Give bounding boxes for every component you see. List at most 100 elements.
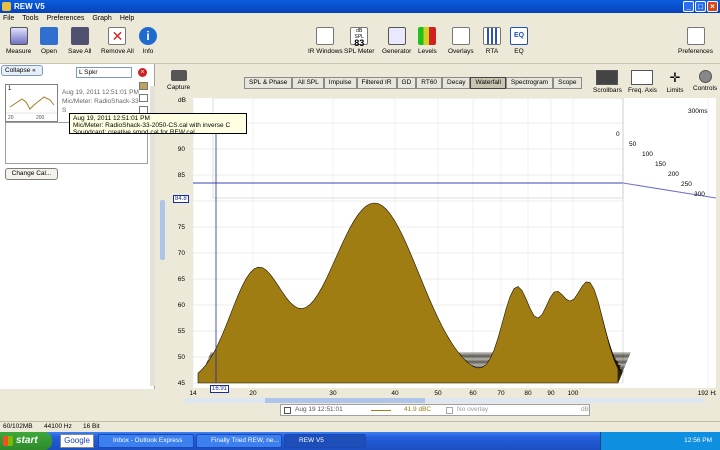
measurement-tooltip: Aug 19, 2011 12:51:01 PM Mic/Meter: Radi…	[69, 113, 247, 136]
measurement-info: Aug 19, 2011 12:51:01 PM Mic/Meter: Radi…	[62, 89, 141, 114]
folder-icon	[40, 27, 58, 45]
start-button[interactable]: start	[0, 432, 52, 450]
x-tick-label: 20	[249, 390, 257, 397]
graph-tabs: SPL & Phase All SPL Impulse Filtered IR …	[244, 77, 582, 89]
waterfall-graph[interactable]: 9590858075706560555045 14203040506070809…	[163, 97, 718, 400]
y-tick-label: 65	[178, 276, 186, 283]
minimize-button[interactable]: _	[683, 1, 694, 12]
info-button[interactable]: i Info	[139, 27, 157, 55]
windows-logo-icon	[3, 436, 13, 446]
system-tray: 12:56 PM	[600, 432, 720, 450]
x-axis-labels: 14 20 30 40 50 60 70 80 90 100 192 Hz	[189, 390, 718, 397]
overlay-checkbox[interactable]	[446, 407, 453, 414]
x-tick-label: 14	[189, 390, 197, 397]
spl-meter-button[interactable]: dB SPL 83 SPL Meter	[344, 27, 374, 55]
spl-meter-icon: dB SPL 83	[350, 27, 369, 48]
tab-spl-phase[interactable]: SPL & Phase	[244, 77, 293, 89]
y-tick-label: 75	[178, 224, 186, 231]
tab-decay[interactable]: Decay	[442, 77, 471, 89]
y-tick-label: 90	[178, 146, 186, 153]
x-tick-label: 50	[434, 390, 442, 397]
change-cal-button[interactable]: Change Cal...	[5, 168, 58, 180]
y-tick-label: 70	[178, 250, 186, 257]
measure-button[interactable]: Measure	[6, 27, 31, 55]
time-tick-label: 50	[629, 141, 637, 148]
tab-spectrogram[interactable]: Spectrogram	[505, 77, 554, 89]
legend-name: Aug 19 12:51:01	[295, 406, 343, 413]
tab-all-spl[interactable]: All SPL	[292, 77, 324, 89]
thumb-index: 1	[8, 86, 12, 92]
google-toolbar[interactable]: Google	[60, 434, 94, 448]
graph-horizontal-scrollbar[interactable]	[185, 398, 705, 403]
freq-axis-icon	[631, 70, 654, 85]
legend-bar: Aug 19 12:51:01 41.9 dBC No overlay dB	[280, 404, 590, 416]
time-unit-label: 300ms	[688, 108, 708, 115]
status-bar: 60/102MB 44100 Hz 16 Bit	[0, 421, 720, 432]
controls-button[interactable]: Controls	[693, 70, 717, 92]
cursor-level-readout: 84.8	[173, 195, 189, 203]
y-unit-label: dB	[178, 97, 186, 104]
taskbar-item-outlook[interactable]: Inbox - Outlook Express	[98, 434, 194, 448]
freq-axis-button[interactable]: Freq. Axis	[628, 70, 657, 94]
sample-rate-status: 44100 Hz	[44, 423, 72, 430]
menu-file[interactable]: File	[3, 13, 14, 24]
y-tick-label: 45	[178, 380, 186, 387]
waterfall-svg[interactable]: 9590858075706560555045 14203040506070809…	[163, 97, 718, 400]
measurement-name-field[interactable]: L Spkr	[76, 67, 132, 78]
tab-scope[interactable]: Scope	[553, 77, 582, 89]
rta-button[interactable]: RTA	[483, 27, 501, 55]
open-button[interactable]: Open	[40, 27, 58, 55]
limits-button[interactable]: ✛ Limits	[664, 70, 686, 94]
measurement-thumbnail[interactable]: 1 20 200	[5, 84, 58, 122]
tab-gd[interactable]: GD	[396, 77, 417, 89]
x-tick-label: 30	[329, 390, 337, 397]
generator-icon	[387, 27, 406, 45]
x-tick-label: 70	[497, 390, 505, 397]
legend-checkbox[interactable]	[284, 407, 291, 414]
scrollbars-button[interactable]: Scrollbars	[593, 70, 622, 94]
collapse-button[interactable]: Collapse «	[1, 65, 43, 76]
levels-button[interactable]: Levels	[418, 27, 437, 55]
x-tick-label: 90	[547, 390, 555, 397]
preferences-button[interactable]: Preferences	[678, 27, 713, 55]
tab-impulse[interactable]: Impulse	[323, 77, 357, 89]
overlay-name: No overlay	[457, 406, 489, 413]
taskbar-item-browser[interactable]: Finally Tried REW, ne...	[196, 434, 282, 448]
memory-status: 60/102MB	[3, 423, 33, 430]
legend-value: 41.9 dBC	[404, 406, 432, 413]
y-tick-label: 50	[178, 354, 186, 361]
bit-depth-status: 16 Bit	[83, 423, 100, 430]
close-button[interactable]: ×	[707, 1, 718, 12]
menu-tools[interactable]: Tools	[22, 13, 38, 24]
window-title: REW V5	[14, 2, 45, 11]
menu-graph[interactable]: Graph	[92, 13, 111, 24]
x-tick-label: 40	[391, 390, 399, 397]
generator-button[interactable]: Generator	[382, 27, 411, 55]
graph-vertical-scrollbar[interactable]	[160, 200, 165, 260]
time-tick-label: 300	[694, 191, 705, 198]
x-tick-label: 80	[524, 390, 532, 397]
tab-waterfall[interactable]: Waterfall	[470, 77, 506, 89]
tab-filtered-ir[interactable]: Filtered IR	[356, 77, 397, 89]
overlays-button[interactable]: Overlays	[448, 27, 474, 55]
taskbar-item-rew[interactable]: REW V5	[284, 434, 366, 448]
measure-icon	[9, 27, 28, 45]
ir-windows-icon	[316, 27, 335, 45]
capture-button[interactable]: Capture	[167, 70, 190, 91]
menu-help[interactable]: Help	[120, 13, 134, 24]
menu-preferences[interactable]: Preferences	[47, 13, 85, 24]
time-tick-label: 250	[681, 181, 692, 188]
levels-icon	[418, 27, 437, 45]
maximize-button[interactable]: □	[695, 1, 706, 12]
graph-hscroll-thumb[interactable]	[265, 398, 425, 403]
title-bar: REW V5 _ □ ×	[0, 0, 720, 13]
delete-measurement-icon[interactable]: ×	[138, 68, 147, 77]
eq-button[interactable]: EQ EQ	[510, 27, 528, 55]
save-icon	[70, 27, 89, 45]
tab-rt60[interactable]: RT60	[416, 77, 443, 89]
ir-windows-button[interactable]: IR Windows	[308, 27, 343, 55]
camera-icon	[170, 70, 187, 81]
save-all-button[interactable]: Save All	[68, 27, 92, 55]
eq-icon: EQ	[510, 27, 528, 45]
remove-all-button[interactable]: ✕ Remove All	[101, 27, 134, 55]
